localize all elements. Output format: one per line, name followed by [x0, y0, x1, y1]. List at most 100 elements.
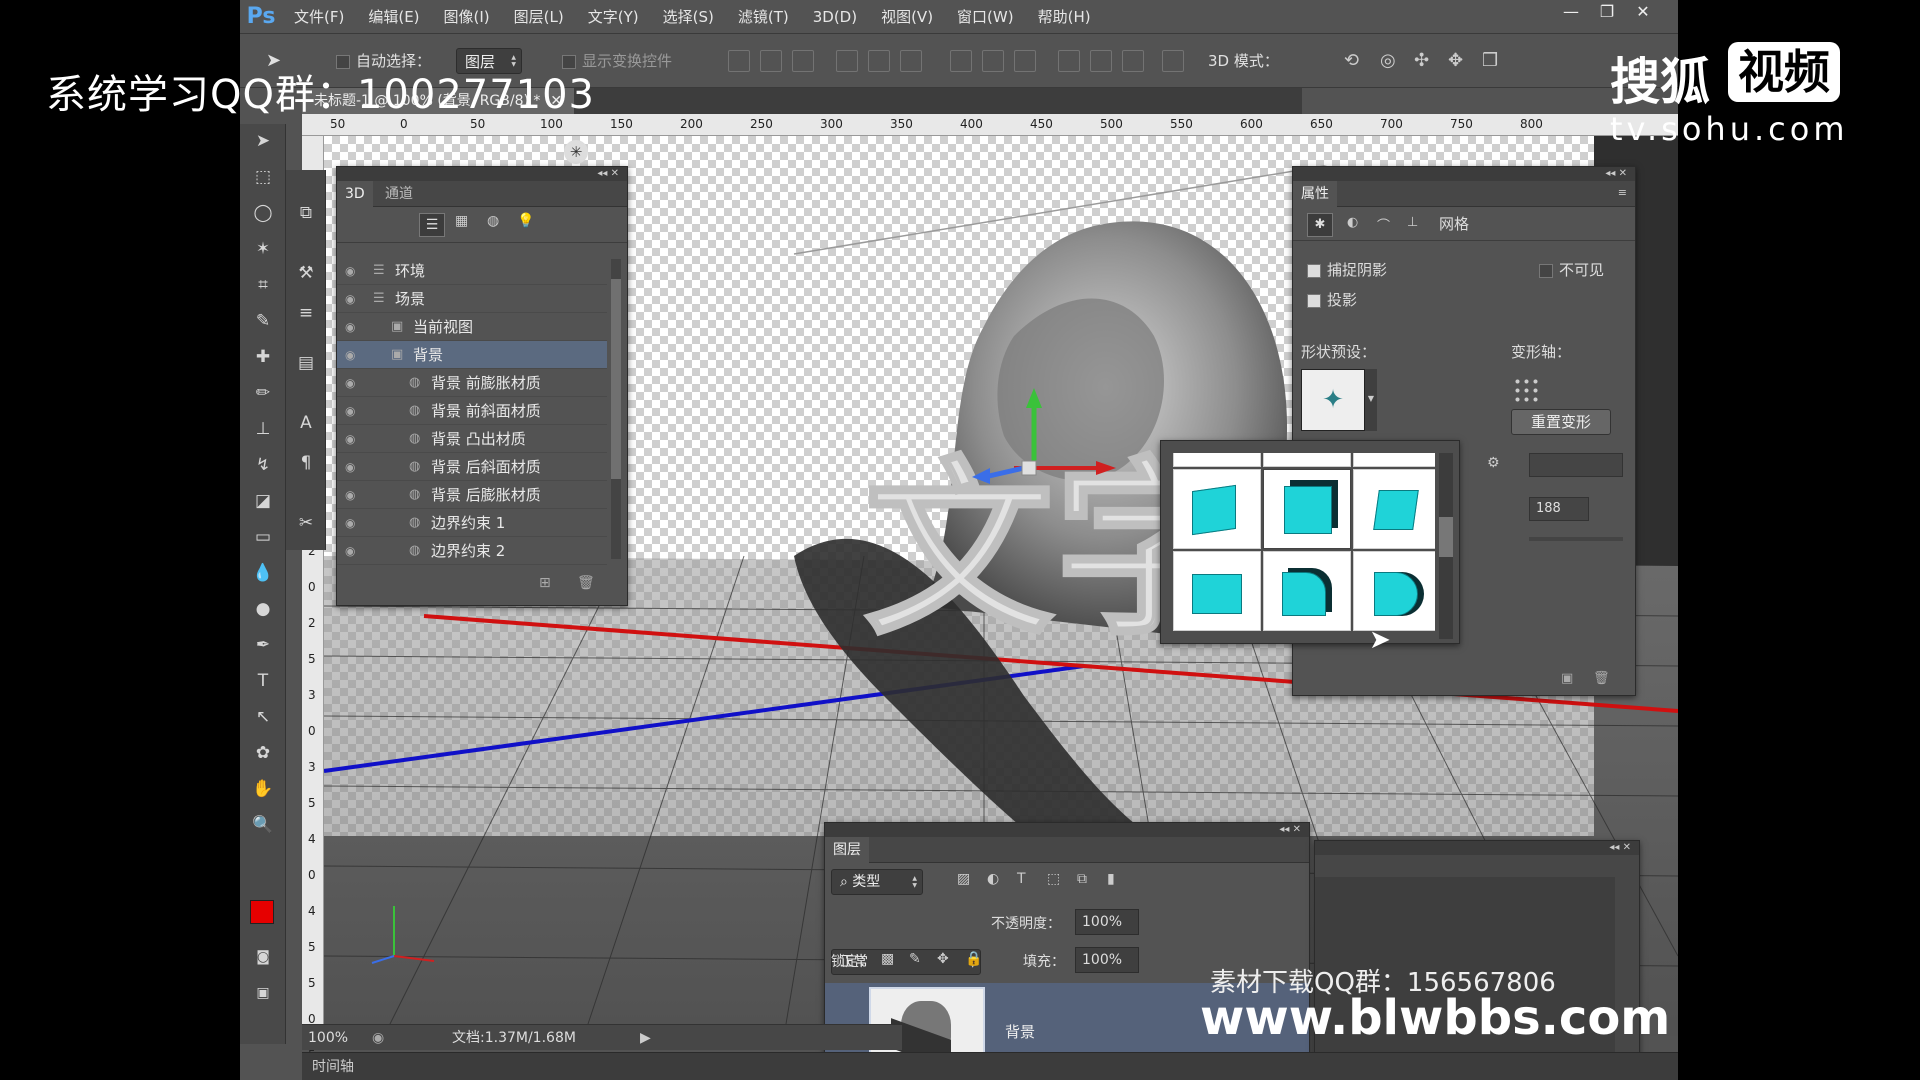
dodge-tool-icon[interactable]: ●	[249, 596, 277, 622]
coordinates-props-icon[interactable]: ⊥	[1407, 215, 1418, 230]
align-top-icon[interactable]	[728, 50, 750, 72]
lock-position-icon[interactable]: ✥	[937, 951, 949, 967]
visibility-eye-icon[interactable]: ◉	[345, 481, 355, 509]
magic-wand-icon[interactable]: ✶	[249, 236, 277, 262]
preset-cell[interactable]	[1173, 551, 1261, 631]
cast-shadow-checkbox[interactable]: 投影	[1307, 289, 1357, 310]
3d-orbit-icon[interactable]: ⟲	[1344, 48, 1359, 74]
fill-field[interactable]: 100%	[1075, 947, 1139, 973]
whole-scene-filter-icon[interactable]: ☰	[419, 213, 445, 237]
align-left-icon[interactable]	[836, 50, 858, 72]
3d-list-scrollbar[interactable]	[611, 259, 621, 559]
align-hcenter-icon[interactable]	[868, 50, 890, 72]
reset-deform-button[interactable]: 重置变形	[1511, 409, 1611, 435]
menu-help[interactable]: 帮助(H)	[1026, 6, 1103, 27]
3d-scene-row[interactable]: ◉ ◍ 背景 前膨胀材质	[337, 369, 607, 397]
lock-all-icon[interactable]: 🔒	[965, 951, 982, 967]
lock-transparency-icon[interactable]: ▩	[881, 951, 894, 967]
character-panel-icon[interactable]: A	[292, 410, 320, 436]
path-select-icon[interactable]: ↖	[249, 704, 277, 730]
pixel-filter-icon[interactable]: ▨	[957, 871, 970, 887]
menu-select[interactable]: 选择(S)	[651, 6, 726, 27]
lock-pixels-icon[interactable]: ✎	[909, 951, 921, 967]
3d-scene-row[interactable]: ◉ ☰ 场景	[337, 285, 607, 313]
render-icon[interactable]: ▣	[1561, 671, 1573, 686]
distribute-bottom-icon[interactable]	[1014, 50, 1036, 72]
deform-axis-grid-icon[interactable]	[1513, 377, 1541, 405]
status-menu-arrow-icon[interactable]: ▶	[640, 1025, 651, 1051]
distribute-vcenter-icon[interactable]	[982, 50, 1004, 72]
eraser-tool-icon[interactable]: ◪	[249, 488, 277, 514]
visibility-eye-icon[interactable]: ◉	[345, 453, 355, 481]
move-tool-icon[interactable]: ➤	[249, 128, 277, 154]
menu-image[interactable]: 图像(I)	[432, 6, 502, 27]
3d-pan-icon[interactable]: ✣	[1414, 48, 1429, 74]
align-bottom-icon[interactable]	[792, 50, 814, 72]
visibility-eye-icon[interactable]: ◉	[345, 285, 355, 313]
preset-cell[interactable]	[1173, 453, 1261, 467]
marquee-tool-icon[interactable]: ⬚	[249, 164, 277, 190]
brush-panel-icon[interactable]: ▤	[292, 350, 320, 376]
brush-tool-icon[interactable]: ✏	[249, 380, 277, 406]
menu-3d[interactable]: 3D(D)	[801, 8, 869, 26]
invisible-checkbox[interactable]: 不可见	[1539, 259, 1604, 280]
menu-file[interactable]: 文件(F)	[282, 6, 356, 27]
menu-type[interactable]: 文字(Y)	[576, 6, 651, 27]
3d-scene-row[interactable]: ◉ ▣ 背景	[337, 341, 607, 369]
properties-delete-icon[interactable]: 🗑	[1593, 671, 1610, 686]
zoom-tool-icon[interactable]: 🔍	[249, 812, 277, 838]
menu-filter[interactable]: 滤镜(T)	[726, 6, 801, 27]
properties-slider[interactable]	[1529, 537, 1623, 541]
shape-preset-dropdown-icon[interactable]: ▼	[1365, 369, 1377, 431]
actions-panel-icon[interactable]: ⚒	[292, 260, 320, 286]
3d-scene-row[interactable]: ◉ ◍ 边界约束 2	[337, 537, 607, 565]
panel-menu-icon[interactable]: ≡	[1618, 186, 1627, 199]
zoom-level[interactable]: 100%	[308, 1025, 348, 1051]
auto-align-icon[interactable]	[1162, 50, 1184, 72]
layer-name[interactable]: 背景	[1005, 1021, 1035, 1042]
3d-widget-light-icon[interactable]: ✳	[564, 140, 588, 164]
3d-scene-row[interactable]: ◉ ◍ 背景 后斜面材质	[337, 453, 607, 481]
materials-filter-icon[interactable]: ◍	[487, 213, 499, 229]
close-window-button[interactable]: ✕	[1626, 0, 1660, 26]
stamp-tool-icon[interactable]: ⊥	[249, 416, 277, 442]
properties-dropdown[interactable]	[1529, 453, 1623, 477]
3d-roll-icon[interactable]: ◎	[1380, 48, 1396, 74]
preset-cell[interactable]	[1263, 551, 1351, 631]
gradient-tool-icon[interactable]: ▭	[249, 524, 277, 550]
distribute-top-icon[interactable]	[950, 50, 972, 72]
preset-cell-selected[interactable]	[1263, 469, 1351, 549]
crop-tool-icon[interactable]: ⌗	[249, 272, 277, 298]
pen-tool-icon[interactable]: ✒	[249, 632, 277, 658]
3d-scene-row[interactable]: ◉ ◍ 背景 后膨胀材质	[337, 481, 607, 509]
opacity-field[interactable]: 100%	[1075, 909, 1139, 935]
tab-channels[interactable]: 通道	[377, 181, 421, 207]
adjustments-panel-icon[interactable]: ≡	[292, 300, 320, 326]
visibility-eye-icon[interactable]: ◉	[345, 537, 355, 565]
tab-3d[interactable]: 3D	[337, 181, 373, 207]
shape-preset-thumbnail[interactable]: ✦	[1301, 369, 1365, 431]
status-info-icon[interactable]: ◉	[372, 1025, 384, 1051]
smart-object-filter-icon[interactable]: ⧉	[1077, 871, 1087, 887]
lasso-tool-icon[interactable]: ◯	[249, 200, 277, 226]
menu-edit[interactable]: 编辑(E)	[356, 6, 431, 27]
deform-props-icon[interactable]: ◐	[1347, 215, 1358, 230]
preset-scrollbar[interactable]	[1439, 453, 1453, 639]
eyedropper-icon[interactable]: ✎	[249, 308, 277, 334]
preset-cell[interactable]	[1353, 551, 1435, 631]
healing-brush-icon[interactable]: ✚	[249, 344, 277, 370]
screen-mode-icon[interactable]: ▣	[249, 980, 277, 1006]
cap-props-icon[interactable]: ⌒	[1377, 215, 1390, 234]
menu-layer[interactable]: 图层(L)	[502, 6, 576, 27]
3d-scene-row[interactable]: ◉ ☰ 环境	[337, 257, 607, 285]
preset-cell[interactable]	[1173, 469, 1261, 549]
visibility-eye-icon[interactable]: ◉	[345, 397, 355, 425]
history-panel-icon[interactable]: ⧉	[292, 200, 320, 226]
foreground-color-swatch[interactable]	[250, 900, 274, 924]
minimize-button[interactable]: —	[1554, 0, 1588, 26]
3d-scene-row[interactable]: ◉ ▣ 当前视图	[337, 313, 607, 341]
blur-tool-icon[interactable]: 💧	[249, 560, 277, 586]
timeline-bar[interactable]: 时间轴	[302, 1052, 1678, 1080]
adjustment-filter-icon[interactable]: ◐	[987, 871, 999, 887]
shape-tool-icon[interactable]: ✿	[249, 740, 277, 766]
